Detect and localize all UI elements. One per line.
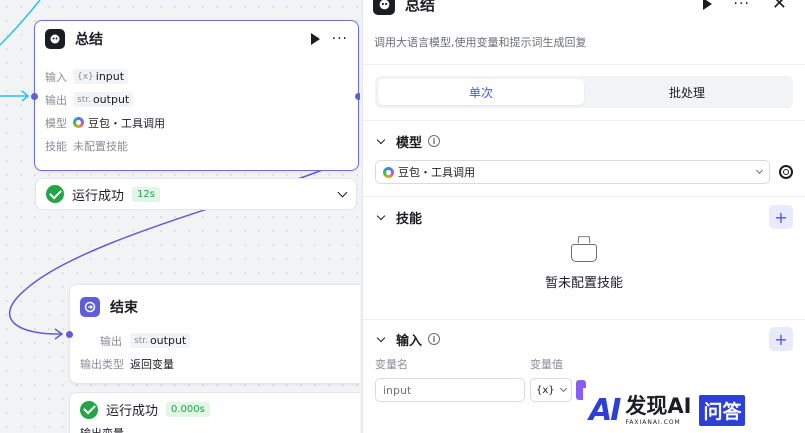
chevron-down-icon[interactable] (337, 187, 348, 197)
panel-description: 调用大语言模型,使用变量和提示词生成回复 (374, 36, 587, 49)
close-icon[interactable]: ✕ (772, 0, 787, 13)
doubao-icon (73, 117, 84, 128)
play-icon[interactable] (702, 0, 712, 10)
info-icon[interactable]: i (428, 333, 441, 345)
skill-section-header[interactable]: 技能 + (375, 205, 793, 229)
success-check-icon (80, 400, 98, 419)
end-run-time-badge: 0.000s (166, 402, 210, 417)
input-chip: {x} input (73, 69, 129, 84)
variable-name-input[interactable] (375, 378, 525, 402)
summary-node-header: 总结 ··· (35, 21, 358, 57)
model-section-header[interactable]: 模型 i (375, 130, 793, 152)
summary-node-title: 总结 (75, 32, 103, 48)
end-output-value: output (149, 334, 187, 347)
string-type-icon: str. (134, 335, 148, 346)
end-node[interactable]: 结束 输出 str. output 输出类型 返回变量 (66, 284, 360, 384)
output-port[interactable] (355, 93, 360, 100)
doubao-icon (383, 166, 394, 178)
model-section: 模型 i 豆包・工具调用 (363, 121, 805, 184)
success-check-icon (46, 185, 64, 203)
col-variable-name: 变量名 (375, 358, 408, 371)
end-output-type-row: 输出类型 返回变量 (70, 352, 360, 375)
run-status-text: 运行成功 (72, 188, 125, 204)
summary-node[interactable]: 总结 ··· 输入 {x} input 输出 str. output 模型 豆包・工… (31, 20, 360, 171)
skill-empty-state: 暂未配置技能 (375, 244, 793, 291)
end-output-label: 输出 (100, 334, 122, 348)
end-output-type-value: 返回变量 (130, 357, 174, 371)
input-label: 输入 (45, 70, 67, 84)
chevron-down-icon[interactable] (376, 211, 386, 220)
input-port[interactable] (31, 93, 38, 100)
node-config-panel: 总结 ··· ✕ 调用大语言模型,使用变量和提示词生成回复 单次 批处理 模型 … (362, 0, 805, 433)
chevron-down-icon (559, 384, 567, 393)
empty-box-icon (571, 244, 597, 262)
end-run-status-text: 运行成功 (106, 404, 159, 419)
model-select-row: 豆包・工具调用 (375, 160, 793, 184)
string-type-icon: str. (77, 94, 91, 105)
end-node-header: 结束 (70, 285, 360, 329)
end-output-type-label: 输出类型 (80, 357, 124, 371)
skill-section-title: 技能 (396, 211, 423, 227)
more-icon[interactable]: ··· (332, 31, 348, 47)
watermark-title: 发现AI (625, 393, 692, 418)
model-select-value: 豆包・工具调用 (398, 166, 475, 179)
object-type-icon: {x} (536, 384, 555, 396)
watermark: AI 发现AI FAXIANAI.COM 问答 (583, 388, 801, 433)
workflow-canvas[interactable]: 总结 ··· 输入 {x} input 输出 str. output 模型 豆包・工… (0, 0, 360, 433)
info-icon[interactable]: i (428, 135, 441, 147)
output-chip: str. output (73, 92, 134, 107)
input-section-title: 输入 (396, 333, 423, 349)
input-value: input (95, 70, 125, 83)
skill-label: 技能 (45, 139, 67, 153)
add-input-button[interactable]: + (769, 327, 793, 351)
summary-run-status[interactable]: 运行成功 12s (35, 178, 357, 210)
model-name: 豆包・工具调用 (88, 116, 165, 130)
end-run-status[interactable]: 运行成功 0.000s 输出变量 (69, 392, 360, 433)
play-icon[interactable] (310, 33, 320, 45)
output-variable-label: 输出变量 (80, 425, 210, 433)
input-section-header[interactable]: 输入 i + (375, 327, 793, 351)
chevron-down-icon (755, 166, 764, 175)
llm-icon (45, 29, 65, 49)
variable-type-select[interactable]: {x} (530, 378, 572, 402)
summary-skill-row: 技能 未配置技能 (35, 134, 358, 157)
run-time-badge: 12s (132, 186, 160, 202)
output-value: output (92, 93, 130, 106)
panel-title: 总结 (405, 0, 436, 14)
model-value: 豆包・工具调用 (73, 115, 165, 131)
divider (363, 64, 805, 65)
end-output-chip: str. output (130, 333, 191, 348)
model-section-title: 模型 (396, 135, 423, 151)
summary-output-row: 输出 str. output (35, 88, 358, 111)
summary-model-row: 模型 豆包・工具调用 (35, 111, 358, 134)
tab-batch[interactable]: 批处理 (584, 79, 790, 105)
watermark-subtitle: FAXIANAI.COM (625, 418, 681, 426)
col-variable-value: 变量值 (530, 358, 563, 371)
more-icon[interactable]: ··· (734, 0, 750, 12)
model-label: 模型 (45, 116, 67, 130)
summary-input-row: 输入 {x} input (35, 65, 358, 88)
end-output-row: 输出 str. output (70, 329, 360, 352)
object-type-icon: {x} (77, 71, 94, 82)
watermark-ai-logo: AI (589, 392, 621, 428)
end-node-title: 结束 (110, 300, 138, 316)
chevron-down-icon[interactable] (376, 333, 386, 342)
model-select[interactable]: 豆包・工具调用 (375, 160, 770, 184)
watermark-badge: 问答 (699, 395, 746, 426)
tab-single[interactable]: 单次 (378, 79, 584, 105)
chevron-down-icon[interactable] (376, 135, 386, 144)
add-skill-button[interactable]: + (769, 205, 793, 229)
skill-section: 技能 + 暂未配置技能 (363, 197, 805, 291)
end-icon (80, 297, 100, 317)
panel-header: 总结 ··· ✕ (363, 0, 805, 16)
end-input-port[interactable] (66, 331, 73, 338)
skill-empty-text: 暂未配置技能 (544, 276, 623, 291)
output-label: 输出 (45, 93, 67, 107)
skill-value: 未配置技能 (73, 139, 128, 153)
gear-icon[interactable] (779, 165, 793, 179)
run-mode-tabs: 单次 批处理 (375, 76, 793, 108)
llm-icon (373, 0, 395, 15)
input-column-headers: 变量名 变量值 (375, 356, 793, 372)
